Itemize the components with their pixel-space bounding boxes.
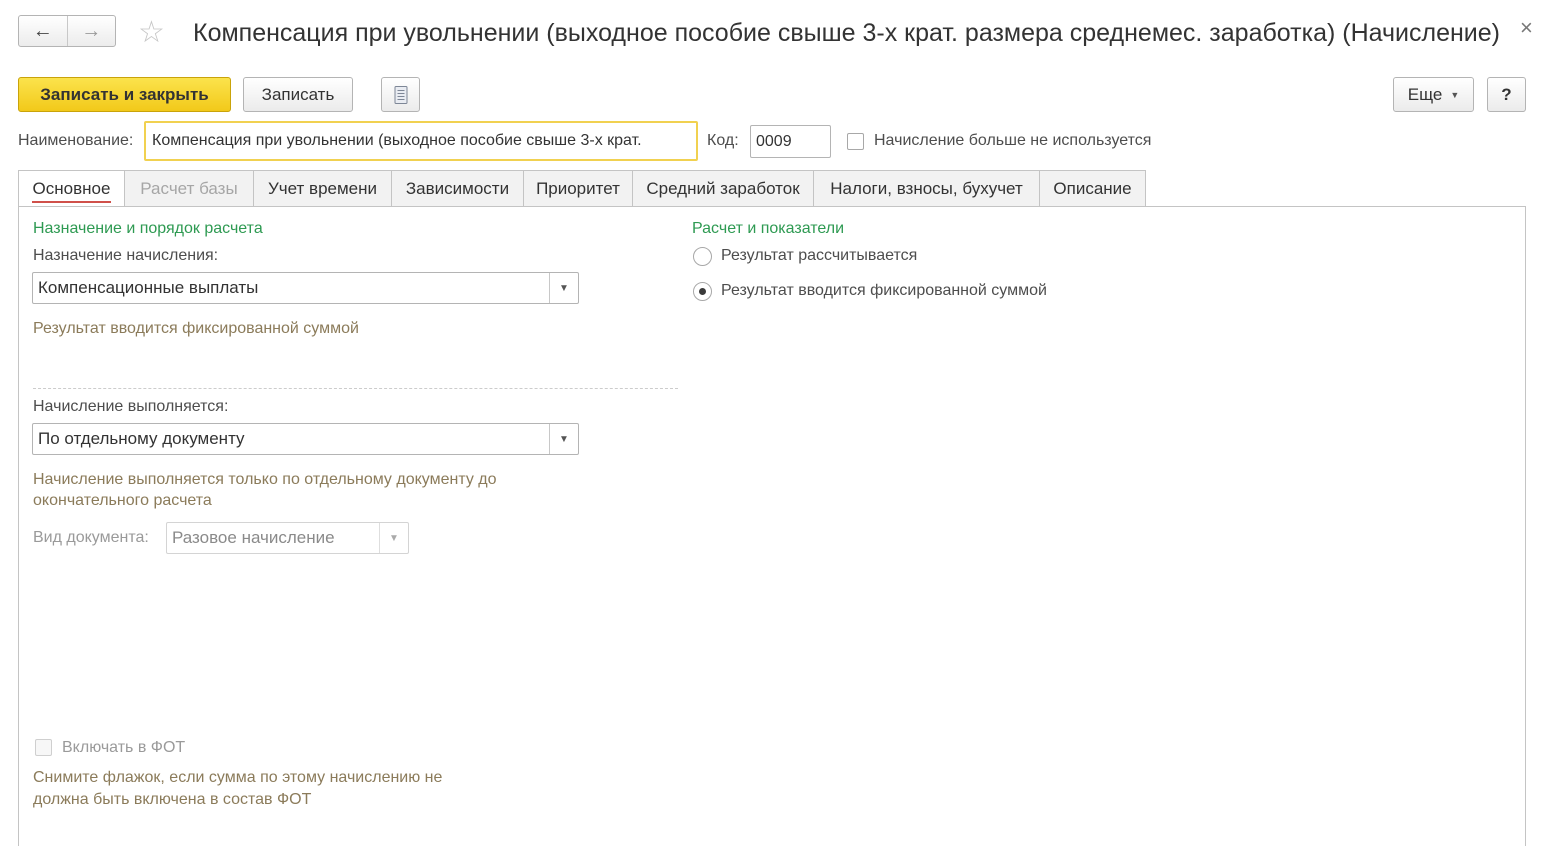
dropdown-arrow-icon: ▼	[379, 523, 408, 553]
tab-label: Основное	[32, 178, 111, 198]
purpose-label: Назначение начисления:	[33, 247, 219, 264]
tab-average-earnings[interactable]: Средний заработок	[633, 170, 814, 207]
document-list-icon	[394, 85, 407, 104]
purpose-note: Результат вводится фиксированной суммой	[33, 320, 359, 337]
execution-label: Начисление выполняется:	[33, 398, 229, 415]
fot-note-line-2: должна быть включена в состав ФОТ	[33, 791, 312, 808]
tab-priority[interactable]: Приоритет	[524, 170, 633, 207]
tab-base-calculation: Расчет базы	[125, 170, 254, 207]
radio-result-calculated-label: Результат рассчитывается	[721, 247, 918, 264]
window-header: ← → ☆ Компенсация при увольнении (выходн…	[0, 0, 1548, 68]
report-button[interactable]	[381, 77, 420, 112]
doc-type-label: Вид документа:	[33, 529, 149, 546]
dropdown-arrow-icon[interactable]: ▼	[549, 273, 578, 303]
unused-checkbox[interactable]	[847, 133, 864, 150]
tab-label: Налоги, взносы, бухучет	[830, 178, 1023, 198]
tab-label: Описание	[1053, 178, 1132, 198]
tab-label: Зависимости	[405, 178, 510, 198]
tab-time-accounting[interactable]: Учет времени	[254, 170, 392, 207]
radio-result-fixed-label: Результат вводится фиксированной суммой	[721, 282, 1047, 299]
doc-type-select: Разовое начисление ▼	[166, 522, 409, 554]
tab-taxes-contributions-accounting[interactable]: Налоги, взносы, бухучет	[814, 170, 1040, 207]
dropdown-arrow-icon[interactable]: ▼	[549, 424, 578, 454]
execution-select[interactable]: По отдельному документу ▼	[32, 423, 579, 455]
doc-type-select-value: Разовое начисление	[172, 528, 335, 547]
section-divider	[33, 388, 678, 389]
tab-label: Средний заработок	[646, 178, 800, 198]
radio-result-fixed[interactable]	[693, 282, 712, 301]
code-label: Код:	[707, 132, 739, 149]
radio-result-calculated[interactable]	[693, 247, 712, 266]
name-label: Наименование:	[18, 132, 134, 149]
include-fot-label: Включать в ФОТ	[62, 739, 186, 756]
more-button[interactable]: Еще ▼	[1393, 77, 1474, 112]
forward-arrow-icon[interactable]: →	[66, 16, 116, 46]
execution-note-line-2: окончательного расчета	[33, 492, 212, 509]
tab-label: Расчет базы	[140, 178, 238, 198]
chevron-down-icon: ▼	[1450, 89, 1460, 100]
purpose-select-value: Компенсационные выплаты	[38, 278, 259, 297]
favorite-star-icon[interactable]: ☆	[138, 16, 165, 50]
tab-label: Приоритет	[536, 178, 620, 198]
fot-note-line-1: Снимите флажок, если сумма по этому начи…	[33, 769, 443, 786]
help-button[interactable]: ?	[1487, 77, 1526, 112]
save-button[interactable]: Записать	[243, 77, 353, 112]
unused-checkbox-label: Начисление больше не используется	[874, 132, 1152, 149]
code-input[interactable]: 0009	[750, 125, 831, 158]
close-icon[interactable]: ×	[1520, 14, 1533, 42]
save-and-close-button[interactable]: Записать и закрыть	[18, 77, 231, 112]
page-title: Компенсация при увольнении (выходное пос…	[193, 19, 1500, 47]
group-title-calculation: Расчет и показатели	[692, 220, 845, 237]
navigation-group: ← →	[18, 15, 116, 47]
execution-select-value: По отдельному документу	[38, 429, 245, 448]
tab-dependencies[interactable]: Зависимости	[392, 170, 524, 207]
purpose-select[interactable]: Компенсационные выплаты ▼	[32, 272, 579, 304]
tab-bar: Основное Расчет базы Учет времени Зависи…	[18, 170, 1146, 207]
group-title-purpose: Назначение и порядок расчета	[33, 220, 263, 237]
back-arrow-icon[interactable]: ←	[19, 16, 67, 46]
execution-note-line-1: Начисление выполняется только по отдельн…	[33, 471, 497, 488]
tab-main[interactable]: Основное	[18, 170, 125, 207]
more-button-label: Еще	[1407, 84, 1443, 104]
tab-label: Учет времени	[267, 178, 378, 198]
tab-description[interactable]: Описание	[1040, 170, 1146, 207]
name-input[interactable]: Компенсация при увольнении (выходное пос…	[144, 121, 698, 161]
include-fot-checkbox	[35, 739, 52, 756]
